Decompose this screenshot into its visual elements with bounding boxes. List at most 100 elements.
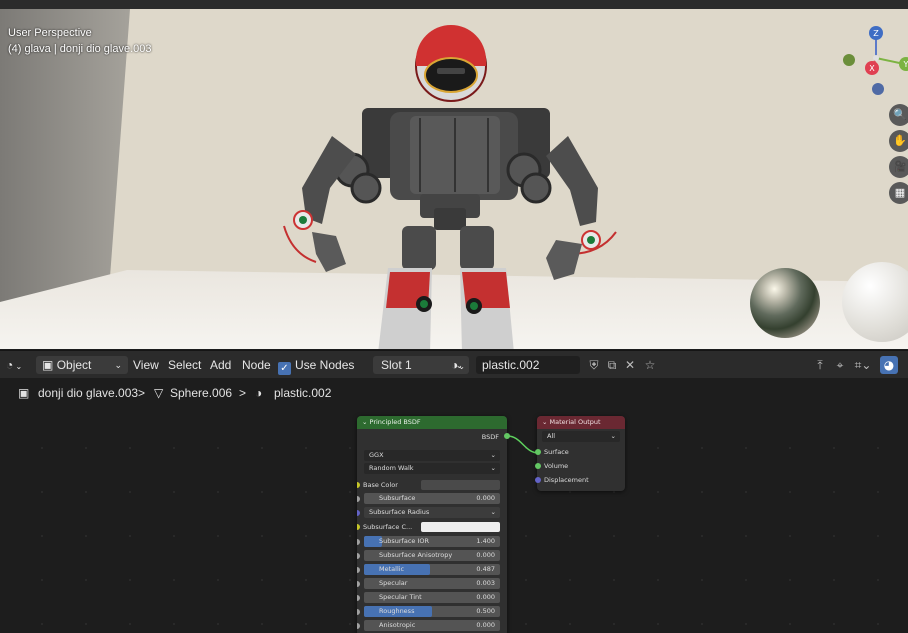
navigation-gizmo[interactable]: Z X Y [838,22,908,98]
displacement-input-socket[interactable] [535,477,541,483]
use-nodes-label: Use Nodes [295,358,355,372]
gizmo-y-label: Y [903,60,908,69]
node-header[interactable]: ⌄ Material Output [537,416,625,429]
distribution-value: GGX [369,451,384,459]
bsdf-output-socket[interactable] [504,433,510,439]
use-nodes-toggle[interactable]: ✓ Use Nodes [278,356,355,375]
menu-node[interactable]: Node [242,356,271,374]
chevron-down-icon: ⌄ [13,362,23,371]
target-row: All ⌄ [537,431,625,443]
field-label: Anisotropic [379,621,416,629]
pin-icon[interactable]: ☆ [642,356,658,374]
subsurface-method-value: Random Walk [369,464,414,472]
metallic-field[interactable]: Metallic 0.487 [364,564,500,575]
base-color-label: Base Color [363,481,398,489]
anisotropic-field[interactable]: Anisotropic 0.000 [364,620,500,631]
gizmo-x-label: X [869,64,875,73]
menu-view[interactable]: View [133,356,159,374]
surface-input-label: Surface [544,448,569,456]
field-value: 1.400 [476,537,495,545]
subsurface-color-row: Subsurface C... [357,521,507,533]
input-socket[interactable] [357,595,360,601]
breadcrumb-separator: > [239,386,247,400]
distribution-dropdown[interactable]: GGX ⌄ [364,450,500,461]
grid-icon[interactable]: ▦ [889,182,908,204]
input-socket[interactable] [357,567,360,573]
editor-type-selector[interactable]: ◔ ⌄ [6,356,22,374]
collapse-chevron-icon[interactable]: ⌄ [362,418,370,426]
duplicate-material-icon[interactable]: ⧉ [604,356,620,374]
subsurface-ior-field[interactable]: Subsurface IOR 1.400 [364,536,500,547]
collapse-chevron-icon[interactable]: ⌄ [542,418,550,426]
chevron-down-icon: ⌄ [490,464,496,472]
input-socket[interactable] [357,609,360,615]
field-value: 0.000 [476,551,495,559]
browse-material-button[interactable]: ◑⌄ [451,356,465,374]
field-value: 0.000 [476,593,495,601]
chevron-down-icon: ⌄ [610,432,616,440]
checkbox-checked-icon: ✓ [278,362,291,375]
subsurface-color-swatch[interactable] [421,522,500,532]
zoom-icon[interactable]: 🔍 [889,104,908,126]
3d-viewport[interactable]: User Perspective (4) glava | donji dio g… [0,0,908,349]
menu-select[interactable]: Select [168,356,201,374]
parent-node-tree-icon[interactable]: ⤒ [812,356,828,374]
input-socket[interactable] [357,581,360,587]
input-socket[interactable] [357,510,360,516]
fake-user-shield-icon[interactable]: ⛨ [586,356,602,374]
roughness-field[interactable]: Roughness 0.500 [364,606,500,617]
volume-input-socket[interactable] [535,463,541,469]
shader-editor-header: ◔ ⌄ ▣ Object ⌄ View Select Add Node ✓ Use… [0,350,908,378]
specular-tint-field[interactable]: Specular Tint 0.000 [364,592,500,603]
subsurface-method-row: Random Walk ⌄ [357,463,507,475]
menu-add[interactable]: Add [210,356,231,374]
mesh-data-icon: ▽ [154,386,164,400]
perspective-label: User Perspective [8,27,92,39]
breadcrumb-separator: > [138,386,146,400]
robot-model[interactable] [270,18,630,349]
surface-input-row: Surface [537,446,625,458]
node-title: Principled BSDF [369,418,421,426]
input-socket[interactable] [357,623,360,629]
close-icon[interactable]: ✕ [622,356,638,374]
field-value: 0.500 [476,607,495,615]
subsurface-anisotropy-field[interactable]: Subsurface Anisotropy 0.000 [364,550,500,561]
displacement-input-label: Displacement [544,476,589,484]
principled-bsdf-node[interactable]: ⌄ Principled BSDF BSDF GGX ⌄ Random Walk… [357,416,507,633]
node-title: Material Output [549,418,601,426]
material-name-field[interactable]: plastic.002 [476,356,580,374]
input-socket[interactable] [357,496,360,502]
field-row: Subsurface IOR 1.400 [357,536,507,548]
input-socket[interactable] [357,482,360,488]
camera-icon[interactable]: 🎥 [889,156,908,178]
input-socket[interactable] [357,539,360,545]
input-socket[interactable] [357,553,360,559]
base-color-swatch[interactable] [421,480,500,490]
mode-dropdown[interactable]: ▣ Object ⌄ [36,356,128,374]
subsurface-method-dropdown[interactable]: Random Walk ⌄ [364,463,500,474]
subsurface-color-label: Subsurface C... [363,523,413,531]
surface-input-socket[interactable] [535,449,541,455]
field-row: Subsurface Anisotropy 0.000 [357,550,507,562]
breadcrumb: ▣ donji dio glave.003 > ▽ Sphere.006 > ◑… [0,378,908,408]
hand-icon[interactable]: ✋ [889,130,908,152]
node-header[interactable]: ⌄ Principled BSDF [357,416,507,429]
subsurface-field[interactable]: Subsurface 0.000 [364,493,500,504]
specular-field[interactable]: Specular 0.003 [364,578,500,589]
overlays-toggle-icon[interactable]: ◕ [880,356,898,374]
base-color-row: Base Color [357,479,507,491]
target-value: All [547,432,556,440]
subsurface-radius-dropdown[interactable]: Subsurface Radius ⌄ [364,507,500,518]
field-row: Specular 0.003 [357,578,507,590]
snapping-icon[interactable]: ⌖ [832,356,848,374]
field-row: Subsurface 0.000 [357,493,507,505]
material-output-node[interactable]: ⌄ Material Output All ⌄ Surface Volume D… [537,416,625,491]
field-label: Metallic [379,565,405,573]
input-socket[interactable] [357,524,360,530]
target-dropdown[interactable]: All ⌄ [542,431,620,442]
field-value: 0.000 [476,621,495,629]
overlay-grid-icon[interactable]: ⌗⌄ [850,356,876,374]
gizmo-z-label: Z [873,29,879,38]
hdri-preview-sphere [750,268,820,338]
blender-window: User Perspective (4) glava | donji dio g… [0,0,908,633]
